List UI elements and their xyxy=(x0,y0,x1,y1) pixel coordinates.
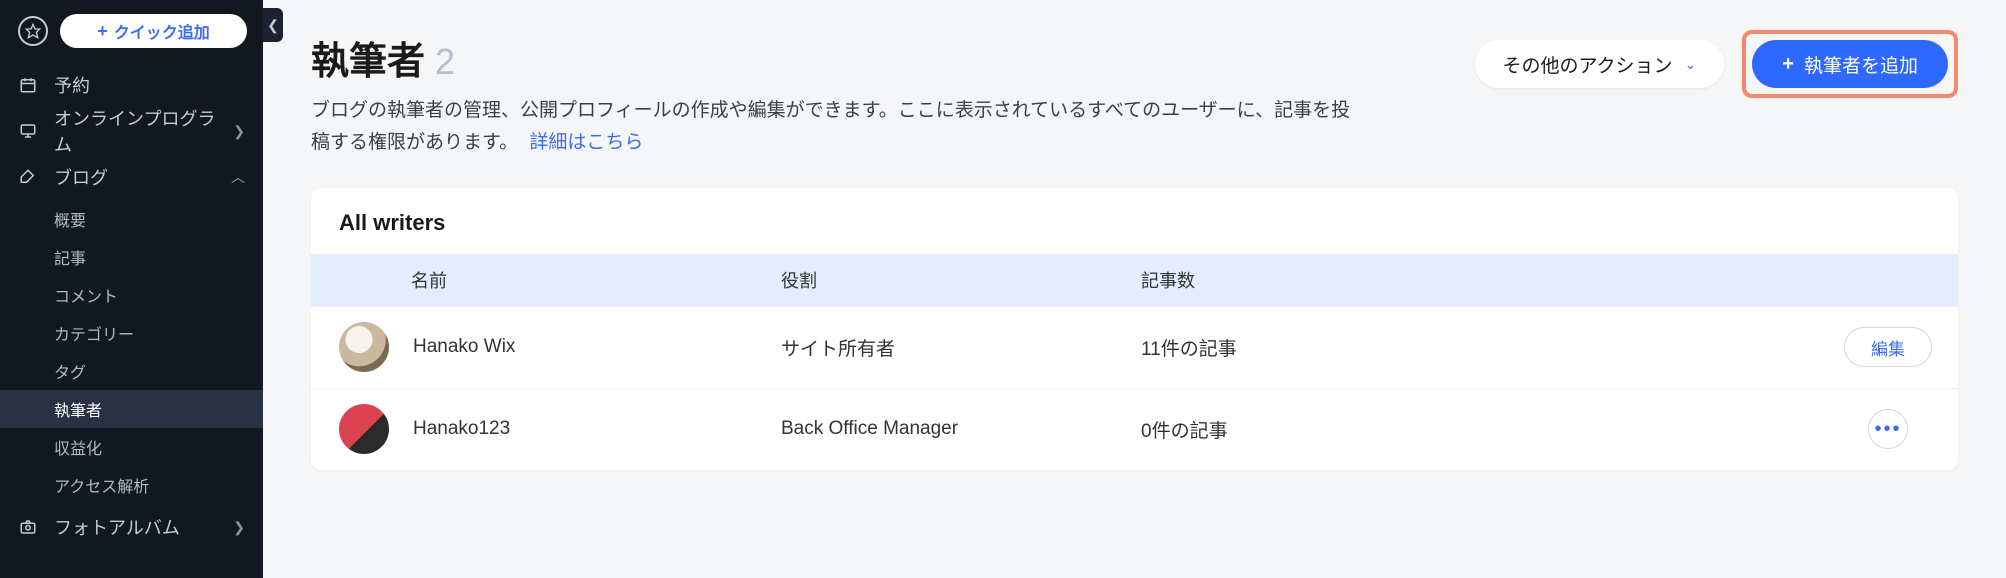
sidebar-nav: 予約 オンラインプログラム ❯ ブログ ︿ 概要 記事 コメント xyxy=(0,62,263,550)
calendar-icon xyxy=(18,76,38,94)
writer-role: サイト所有者 xyxy=(781,334,1141,361)
writer-posts: 0件の記事 xyxy=(1141,416,1818,443)
quick-add-label: クイック追加 xyxy=(114,19,210,43)
more-actions-button[interactable]: ••• xyxy=(1868,409,1908,449)
sidebar-subitem-posts[interactable]: 記事 xyxy=(0,238,263,276)
sidebar-subitem-tags[interactable]: タグ xyxy=(0,352,263,390)
writer-name: Hanako Wix xyxy=(413,336,515,358)
sidebar-collapse-handle[interactable]: ❮ xyxy=(263,8,283,42)
table-row: Hanako123 Back Office Manager 0件の記事 ••• xyxy=(311,388,1958,470)
writer-posts: 11件の記事 xyxy=(1141,334,1818,361)
writers-count: 2 xyxy=(435,41,455,83)
table-header: 名前 役割 記事数 xyxy=(311,254,1958,306)
camera-icon xyxy=(18,518,38,536)
sidebar-subitem-categories[interactable]: カテゴリー xyxy=(0,314,263,352)
other-actions-button[interactable]: その他のアクション ⌄ xyxy=(1475,40,1725,88)
sidebar-item-label: オンラインプログラム xyxy=(54,105,217,157)
sidebar-item-photo-albums[interactable]: フォトアルバム ❯ xyxy=(0,504,263,550)
sidebar-item-label: ブログ xyxy=(54,164,215,190)
sidebar: + クイック追加 予約 オンラインプログラム ❯ xyxy=(0,0,263,578)
sidebar-item-bookings[interactable]: 予約 xyxy=(0,62,263,108)
plus-icon: + xyxy=(1782,53,1794,76)
sidebar-item-online-programs[interactable]: オンラインプログラム ❯ xyxy=(0,108,263,154)
page-title: 執筆者 xyxy=(311,30,425,85)
chevron-down-icon: ⌄ xyxy=(1685,56,1697,73)
page-description: ブログの執筆者の管理、公開プロフィールの作成や編集ができます。ここに表示されてい… xyxy=(311,95,1351,160)
writers-card: All writers 名前 役割 記事数 Hanako Wix サイト所有者 … xyxy=(311,188,1958,470)
edit-button[interactable]: 編集 xyxy=(1844,327,1932,367)
other-actions-label: その他のアクション xyxy=(1503,51,1673,78)
card-title: All writers xyxy=(311,188,1958,254)
blog-subnav: 概要 記事 コメント カテゴリー タグ 執筆者 収益化 アクセス解析 xyxy=(0,200,263,504)
writer-role: Back Office Manager xyxy=(781,418,1141,440)
plus-icon: + xyxy=(97,21,108,42)
pen-icon xyxy=(18,168,38,186)
chevron-right-icon: ❯ xyxy=(233,123,245,140)
add-writer-button[interactable]: + 執筆者を追加 xyxy=(1752,40,1948,88)
star-icon[interactable] xyxy=(18,16,48,46)
sidebar-item-label: フォトアルバム xyxy=(54,514,217,540)
sidebar-item-blog[interactable]: ブログ ︿ xyxy=(0,154,263,200)
monitor-icon xyxy=(18,122,38,140)
sidebar-subitem-overview[interactable]: 概要 xyxy=(0,200,263,238)
page-header-left: 執筆者 2 ブログの執筆者の管理、公開プロフィールの作成や編集ができます。ここに… xyxy=(311,30,1351,160)
main-content: 執筆者 2 ブログの執筆者の管理、公開プロフィールの作成や編集ができます。ここに… xyxy=(263,0,2006,578)
sidebar-subitem-monetize[interactable]: 収益化 xyxy=(0,428,263,466)
chevron-right-icon: ❯ xyxy=(233,519,245,536)
add-writer-label: 執筆者を追加 xyxy=(1804,51,1918,78)
sidebar-subitem-analytics[interactable]: アクセス解析 xyxy=(0,466,263,504)
col-header-role: 役割 xyxy=(781,267,1141,293)
col-header-posts: 記事数 xyxy=(1141,267,1818,293)
sidebar-subitem-comments[interactable]: コメント xyxy=(0,276,263,314)
sidebar-subitem-writers[interactable]: 執筆者 xyxy=(0,390,263,428)
col-header-name: 名前 xyxy=(311,267,781,293)
learn-more-link[interactable]: 詳細はこちら xyxy=(529,132,643,153)
table-row: Hanako Wix サイト所有者 11件の記事 編集 xyxy=(311,306,1958,388)
add-writer-highlight: + 執筆者を追加 xyxy=(1742,30,1958,98)
sidebar-top: + クイック追加 xyxy=(0,0,263,62)
avatar xyxy=(339,404,389,454)
page-header: 執筆者 2 ブログの執筆者の管理、公開プロフィールの作成や編集ができます。ここに… xyxy=(311,30,1958,160)
avatar xyxy=(339,322,389,372)
page-actions: その他のアクション ⌄ + 執筆者を追加 xyxy=(1475,30,1959,98)
sidebar-item-label: 予約 xyxy=(54,72,245,98)
quick-add-button[interactable]: + クイック追加 xyxy=(60,14,247,48)
chevron-up-icon: ︿ xyxy=(231,167,245,187)
writer-name: Hanako123 xyxy=(413,418,510,440)
